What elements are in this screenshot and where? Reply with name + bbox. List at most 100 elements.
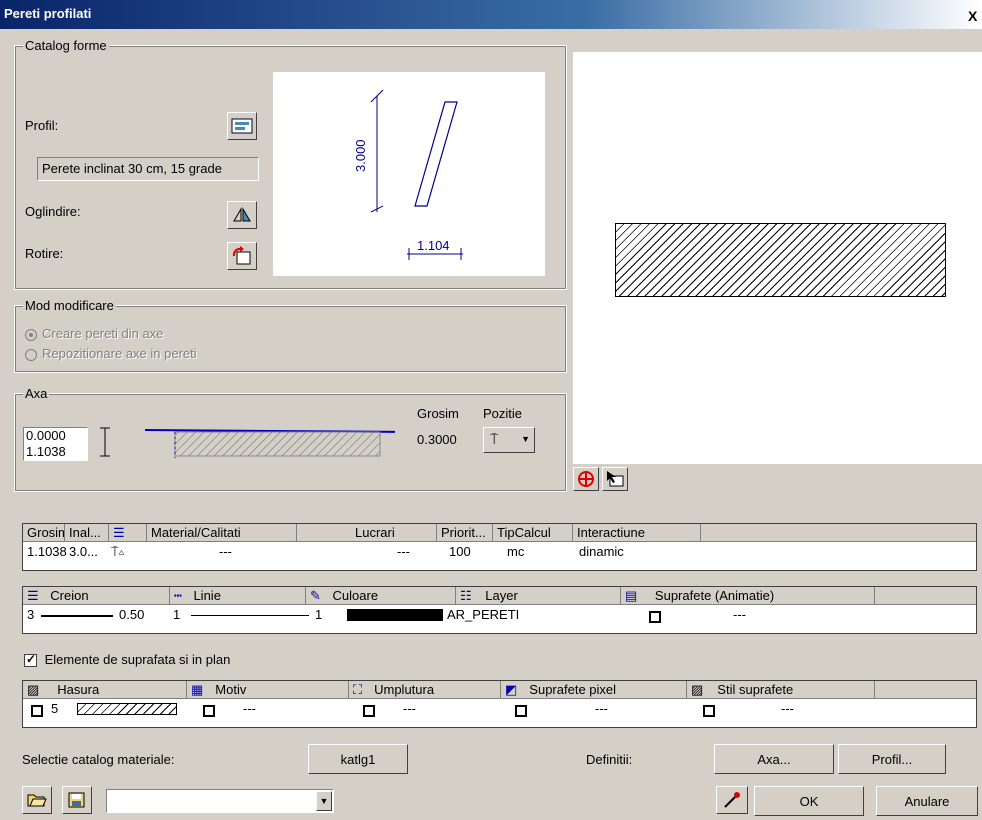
col-culoare[interactable]: ✎ Culoare: [306, 587, 456, 605]
radio-creare[interactable]: Creare pereti din axe: [25, 326, 163, 341]
creion-line-sample: [41, 615, 113, 617]
stil-checkbox[interactable]: [703, 702, 715, 717]
col-inal[interactable]: Inal...: [65, 524, 109, 542]
radio-repozitionare-dot: [25, 348, 37, 361]
cell-material[interactable]: ---: [219, 544, 232, 559]
cell-inal[interactable]: 3.0...: [69, 544, 98, 559]
cell-hasura-num[interactable]: 5: [51, 701, 58, 716]
grosim-value: 0.3000: [417, 432, 457, 447]
col-creion[interactable]: ☰ Creion: [23, 587, 170, 605]
cell-pixel[interactable]: ---: [595, 701, 608, 716]
cell-tipcalcul[interactable]: mc: [507, 544, 524, 559]
material-table: Grosim Inal... ☰ Material/Calitati Lucra…: [22, 523, 977, 571]
cell-interactiune[interactable]: dinamic: [579, 544, 624, 559]
col-stil[interactable]: ▨ Stil suprafete: [687, 681, 875, 699]
cell-umplutura[interactable]: ---: [403, 701, 416, 716]
axa-value-top: 0.0000: [26, 428, 66, 443]
col-level-icon[interactable]: ☰: [109, 524, 147, 542]
profile-preview: 3.000 1.104: [273, 72, 545, 276]
col-umplutura[interactable]: ⛶ Umplutura: [349, 681, 501, 699]
color-brush-icon: ✎: [310, 588, 321, 603]
pen-table-header: ☰ Creion ┅ Linie ✎ Culoare ☷ Layer ▤ Sup…: [23, 587, 976, 605]
section-preview: [573, 52, 982, 464]
rotate-button[interactable]: [227, 242, 257, 270]
cell-priorit[interactable]: 100: [449, 544, 471, 559]
katlg-button[interactable]: katlg1: [308, 744, 408, 774]
eyedropper-icon: [724, 792, 740, 808]
col-pixel-label: Suprafete pixel: [529, 682, 617, 697]
col-creion-label: Creion: [50, 588, 89, 603]
profile-preview-drawing: 3.000 1.104: [353, 89, 463, 260]
col-grosim[interactable]: Grosim: [23, 524, 65, 542]
axa-button[interactable]: Axa...: [714, 744, 834, 774]
close-icon[interactable]: X: [968, 8, 980, 24]
combo-chevron-down-icon[interactable]: ▼: [316, 791, 332, 811]
col-tipcalcul[interactable]: TipCalcul: [493, 524, 573, 542]
cell-stil[interactable]: ---: [781, 701, 794, 716]
profil-button[interactable]: Profil...: [838, 744, 946, 774]
cell-grosim[interactable]: 1.1038: [27, 544, 67, 559]
radio-repozitionare-label: Repozitionare axe in pereti: [42, 346, 197, 361]
profil-name-field: Perete inclinat 30 cm, 15 grade: [37, 157, 259, 181]
target-button[interactable]: [573, 467, 599, 491]
col-material[interactable]: Material/Calitati: [147, 524, 297, 542]
folder-open-icon: [27, 794, 47, 807]
cell-motiv[interactable]: ---: [243, 701, 256, 716]
chevron-down-icon: ▼: [521, 434, 530, 444]
oglindire-label: Oglindire:: [25, 204, 81, 219]
ok-button[interactable]: OK: [754, 786, 864, 816]
profil-label: Profil:: [25, 118, 59, 133]
pixel-checkbox[interactable]: [515, 702, 527, 717]
suprafete-checkbox[interactable]: [649, 608, 661, 623]
cell-creion-num[interactable]: 3: [27, 607, 34, 622]
col-lucrari[interactable]: Lucrari: [297, 524, 437, 542]
preview-height-dim: 3.000: [353, 139, 368, 172]
col-pixel[interactable]: ◩ Suprafete pixel: [501, 681, 687, 699]
col-suprafete-label: Suprafete (Animatie): [654, 588, 775, 603]
col-interactiune[interactable]: Interactiune: [573, 524, 701, 542]
pipette-button[interactable]: [716, 786, 748, 814]
suprafata-checkbox[interactable]: Elemente de suprafata si in plan: [24, 652, 231, 668]
checkbox-checked-icon: [24, 652, 37, 668]
radio-repozitionare[interactable]: Repozitionare axe in pereti: [25, 346, 197, 361]
umplutura-checkbox[interactable]: [363, 702, 375, 717]
col-culoare-label: Culoare: [332, 588, 379, 603]
col-layer[interactable]: ☷ Layer: [456, 587, 621, 605]
col-suprafete[interactable]: ▤ Suprafete (Animatie): [621, 587, 875, 605]
pixel-surface-icon: ◩: [505, 682, 518, 697]
level-symbol-icon[interactable]: ⍑▵: [111, 544, 124, 560]
cell-suprafete[interactable]: ---: [733, 607, 746, 622]
suprafata-checkbox-label: Elemente de suprafata si in plan: [44, 652, 231, 667]
favorites-combobox[interactable]: ▼: [106, 789, 334, 813]
hasura-checkbox[interactable]: [31, 702, 43, 717]
pozitie-dropdown[interactable]: ⍑ ▼: [483, 427, 535, 453]
axa-values-box[interactable]: 0.0000 1.1038: [23, 427, 88, 461]
col-motiv[interactable]: ▦ Motiv: [187, 681, 349, 699]
surface-table: ▨ Hasura ▦ Motiv ⛶ Umplutura ◩ Suprafete pix…: [22, 680, 977, 728]
col-hasura[interactable]: ▨ Hasura: [23, 681, 187, 699]
motiv-checkbox[interactable]: [203, 702, 215, 717]
profil-picker-button[interactable]: [227, 112, 257, 140]
pattern-icon: ▦: [191, 682, 204, 697]
pointer-button[interactable]: [602, 467, 628, 491]
cell-culoare[interactable]: 1: [315, 607, 322, 622]
col-linie[interactable]: ┅ Linie: [170, 587, 306, 605]
col-priorit[interactable]: Priorit...: [437, 524, 493, 542]
cell-layer[interactable]: AR_PERETI: [447, 607, 519, 622]
save-favorite-button[interactable]: [62, 786, 92, 814]
axa-group: Axa 0.0000 1.1038 Grosim Pozitie 0.3000 …: [14, 386, 567, 492]
axa-legend: Axa: [23, 386, 50, 401]
catalog-group: Catalog forme Profil: Perete inclinat 30…: [14, 38, 567, 290]
cell-lucrari[interactable]: ---: [397, 544, 410, 559]
catalog-legend: Catalog forme: [23, 38, 109, 53]
window-title: Pereti profilati: [4, 6, 92, 21]
cell-linie[interactable]: 1: [173, 607, 180, 622]
open-favorite-button[interactable]: [22, 786, 52, 814]
col-stil-label: Stil suprafete: [717, 682, 794, 697]
mod-group: Mod modificare Creare pereti din axe Rep…: [14, 298, 567, 373]
anulare-button[interactable]: Anulare: [876, 786, 978, 816]
cell-creion-width[interactable]: 0.50: [119, 607, 144, 622]
line-type-icon: ┅: [174, 588, 182, 603]
fill-bucket-icon: ⛶: [353, 682, 363, 697]
mirror-button[interactable]: [227, 201, 257, 229]
